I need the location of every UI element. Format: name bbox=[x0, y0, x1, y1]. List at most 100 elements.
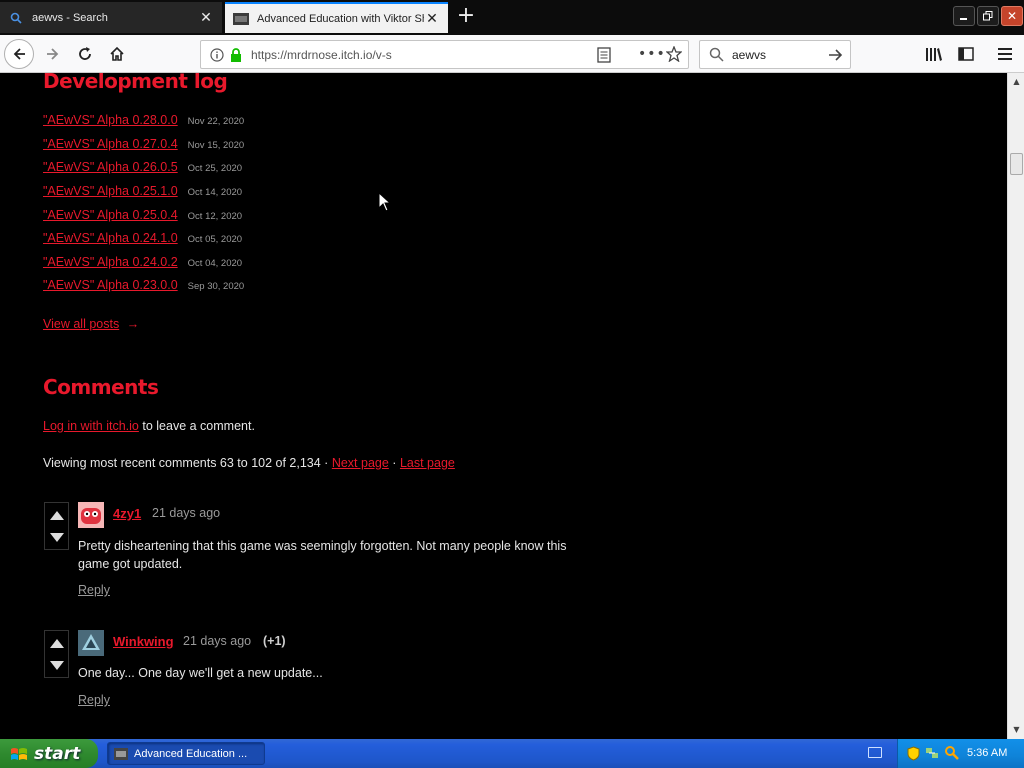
lock-icon[interactable] bbox=[230, 47, 242, 66]
close-tab-icon[interactable]: ✕ bbox=[198, 9, 214, 26]
login-link[interactable]: Log in with itch.io bbox=[43, 419, 139, 433]
search-input[interactable]: aewvs bbox=[732, 48, 766, 62]
viewing-text: Viewing most recent comments 63 to 102 o… bbox=[43, 456, 329, 470]
tab-bar: aewvs - Search ✕ Advanced Education with… bbox=[0, 0, 1024, 35]
comment-time: 21 days ago bbox=[183, 634, 252, 648]
login-suffix: to leave a comment. bbox=[142, 419, 255, 433]
reply-link[interactable]: Reply bbox=[78, 693, 110, 707]
view-all-posts[interactable]: View all posts → bbox=[43, 317, 139, 331]
security-shield-icon[interactable] bbox=[907, 746, 920, 764]
keyboard-icon[interactable] bbox=[868, 747, 882, 758]
windows-logo-icon bbox=[10, 746, 28, 762]
devlog-post-date: Sep 30, 2020 bbox=[187, 281, 245, 292]
tab-title: aewvs - Search bbox=[32, 11, 108, 24]
devlog-post-link[interactable]: "AEwVS" Alpha 0.25.0.4 bbox=[43, 208, 178, 222]
comment-time: 21 days ago bbox=[152, 506, 221, 520]
devlog-post-date: Nov 15, 2020 bbox=[187, 140, 245, 151]
avatar[interactable] bbox=[78, 502, 104, 528]
arrow-right-icon: → bbox=[126, 317, 140, 331]
search-tray-icon[interactable] bbox=[944, 745, 959, 763]
devlog-heading: Development log bbox=[43, 73, 228, 93]
home-button[interactable] bbox=[102, 39, 132, 69]
next-page-link[interactable]: Next page bbox=[332, 456, 389, 470]
window-close-button[interactable]: ✕ bbox=[1001, 6, 1023, 26]
navigation-toolbar: https://mrdrnose.itch.io/v-s ••• aewvs bbox=[0, 35, 1024, 73]
vote-widget bbox=[44, 630, 69, 678]
search-icon bbox=[8, 10, 24, 26]
scroll-down-arrow-icon[interactable]: ▼ bbox=[1009, 722, 1024, 737]
devlog-post: "AEwVS" Alpha 0.28.0.0 Nov 22, 2020 bbox=[43, 113, 244, 131]
comments-heading: Comments bbox=[43, 375, 159, 399]
hamburger-menu-icon[interactable] bbox=[990, 39, 1020, 69]
tab-active-page[interactable]: Advanced Education with Viktor Sh ✕ bbox=[225, 2, 448, 33]
url-text: https://mrdrnose.itch.io/v-s bbox=[251, 47, 392, 62]
devlog-post: "AEwVS" Alpha 0.26.0.5 Oct 25, 2020 bbox=[43, 160, 242, 178]
network-icon[interactable] bbox=[925, 746, 939, 763]
comment-body: Pretty disheartening that this game was … bbox=[78, 539, 567, 571]
login-prompt: Log in with itch.io to leave a comment. bbox=[43, 419, 255, 433]
close-tab-icon[interactable]: ✕ bbox=[424, 10, 440, 27]
clock: 5:36 AM bbox=[967, 747, 1008, 759]
back-button[interactable] bbox=[4, 39, 34, 69]
comments-pagination: Viewing most recent comments 63 to 102 o… bbox=[43, 456, 455, 470]
devlog-post: "AEwVS" Alpha 0.25.0.4 Oct 12, 2020 bbox=[43, 208, 242, 226]
devlog-post-date: Oct 05, 2020 bbox=[187, 234, 243, 245]
mouse-cursor-icon bbox=[378, 191, 392, 217]
comment-body: One day... One day we'll get a new updat… bbox=[78, 666, 323, 680]
devlog-post: "AEwVS" Alpha 0.23.0.0 Sep 30, 2020 bbox=[43, 278, 244, 296]
devlog-post-link[interactable]: "AEwVS" Alpha 0.28.0.0 bbox=[43, 113, 178, 127]
tab-search[interactable]: aewvs - Search ✕ bbox=[0, 2, 222, 33]
pagination-separator: · bbox=[392, 456, 397, 470]
restore-button[interactable] bbox=[977, 6, 999, 26]
comment-vote-count: (+1) bbox=[263, 634, 286, 648]
view-all-posts-link[interactable]: View all posts bbox=[43, 317, 119, 331]
page-content: Development log "AEwVS" Alpha 0.28.0.0 N… bbox=[0, 73, 1007, 739]
url-bar[interactable]: https://mrdrnose.itch.io/v-s ••• bbox=[200, 40, 689, 69]
search-bar[interactable]: aewvs bbox=[699, 40, 851, 69]
last-page-link[interactable]: Last page bbox=[400, 456, 455, 470]
forward-button[interactable] bbox=[38, 39, 68, 69]
reader-view-icon[interactable] bbox=[597, 47, 611, 67]
search-icon bbox=[709, 47, 724, 66]
vote-widget bbox=[44, 502, 69, 550]
taskbar-window-label: Advanced Education ... bbox=[134, 747, 248, 760]
reply-link[interactable]: Reply bbox=[78, 583, 110, 597]
devlog-post-link[interactable]: "AEwVS" Alpha 0.24.0.2 bbox=[43, 255, 178, 269]
info-icon[interactable] bbox=[210, 47, 224, 66]
page-scrollbar[interactable]: ▲ ▼ bbox=[1007, 73, 1024, 739]
upvote-arrow-icon[interactable] bbox=[50, 511, 64, 520]
search-go-arrow-icon[interactable] bbox=[827, 47, 843, 67]
devlog-post-link[interactable]: "AEwVS" Alpha 0.24.1.0 bbox=[43, 231, 178, 245]
devlog-post: "AEwVS" Alpha 0.25.1.0 Oct 14, 2020 bbox=[43, 184, 242, 202]
devlog-post-date: Oct 25, 2020 bbox=[187, 163, 243, 174]
comment-author[interactable]: Winkwing bbox=[113, 634, 174, 649]
devlog-post-date: Nov 22, 2020 bbox=[187, 116, 245, 127]
upvote-arrow-icon[interactable] bbox=[50, 639, 64, 648]
devlog-post: "AEwVS" Alpha 0.24.1.0 Oct 05, 2020 bbox=[43, 231, 242, 249]
start-label: start bbox=[34, 743, 81, 764]
minimize-button[interactable] bbox=[953, 6, 975, 26]
system-tray: 5:36 AM bbox=[897, 739, 1024, 768]
taskbar: start Advanced Education ... 5:36 AM bbox=[0, 739, 1024, 768]
tab-title: Advanced Education with Viktor Sh bbox=[257, 12, 424, 25]
devlog-post-date: Oct 12, 2020 bbox=[187, 211, 243, 222]
scroll-up-arrow-icon[interactable]: ▲ bbox=[1009, 74, 1024, 89]
taskbar-window-button[interactable]: Advanced Education ... bbox=[107, 742, 265, 765]
new-tab-button[interactable]: + bbox=[454, 5, 478, 29]
devlog-post-link[interactable]: "AEwVS" Alpha 0.26.0.5 bbox=[43, 160, 178, 174]
downvote-arrow-icon[interactable] bbox=[50, 533, 64, 542]
bookmark-star-icon[interactable] bbox=[665, 45, 683, 66]
comment-author[interactable]: 4zy1 bbox=[113, 506, 141, 521]
start-button[interactable]: start bbox=[0, 739, 98, 768]
sidebar-toggle-icon[interactable] bbox=[951, 39, 981, 69]
devlog-post-link[interactable]: "AEwVS" Alpha 0.25.1.0 bbox=[43, 184, 178, 198]
scrollbar-thumb[interactable] bbox=[1010, 153, 1023, 175]
reload-button[interactable] bbox=[70, 39, 100, 69]
devlog-post-link[interactable]: "AEwVS" Alpha 0.27.0.4 bbox=[43, 137, 178, 151]
page-actions-icon[interactable]: ••• bbox=[638, 46, 666, 62]
devlog-post-link[interactable]: "AEwVS" Alpha 0.23.0.0 bbox=[43, 278, 178, 292]
avatar[interactable] bbox=[78, 630, 104, 656]
library-icon[interactable] bbox=[919, 39, 949, 69]
downvote-arrow-icon[interactable] bbox=[50, 661, 64, 670]
page-favicon-icon bbox=[233, 11, 249, 27]
